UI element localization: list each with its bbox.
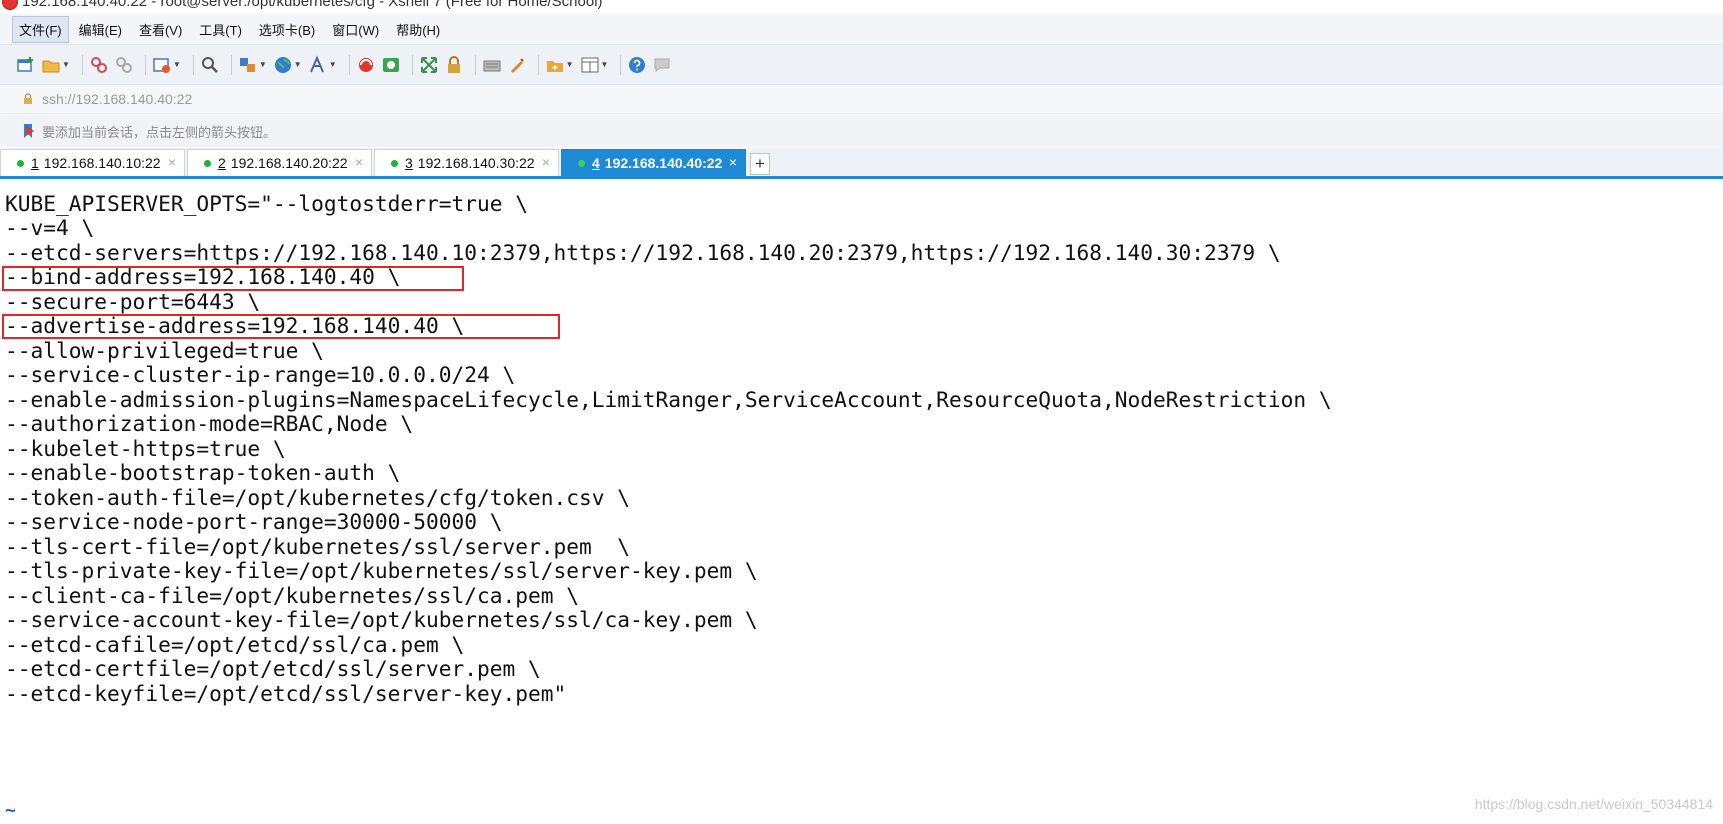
help-icon[interactable] <box>627 55 647 75</box>
toolbar-separator <box>230 54 232 75</box>
tab-close-icon[interactable]: × <box>355 154 363 170</box>
xshell-app-icon <box>2 0 18 10</box>
connected-status-dot <box>391 159 398 167</box>
tab-session-1[interactable]: 1 192.168.140.10:22 × <box>0 149 185 176</box>
open-folder-icon[interactable] <box>41 55 61 75</box>
connected-status-dot <box>204 159 211 167</box>
font-dropdown-icon[interactable]: ▼ <box>329 60 337 69</box>
toolbar-separator <box>620 54 622 75</box>
terminal-line: --allow-privileged=true \ <box>5 338 324 363</box>
terminal-line: --etcd-certfile=/opt/etcd/ssl/server.pem… <box>5 656 541 681</box>
tab-label: 192.168.140.30:22 <box>417 155 535 171</box>
connected-status-dot <box>17 159 24 167</box>
session-manager-icon[interactable] <box>152 55 172 75</box>
terminal-line: --service-node-port-range=30000-50000 \ <box>5 509 503 534</box>
transfer-icon[interactable] <box>238 55 258 75</box>
terminal-line: --secure-port=6443 \ <box>5 289 261 314</box>
terminal-line: --client-ca-file=/opt/kubernetes/ssl/ca.… <box>5 583 580 608</box>
menu-file[interactable]: 文件(F) <box>12 15 69 43</box>
toolbar: ▼ ▼ ▼ ▼ ▼ ▼ ▼ <box>0 44 1723 84</box>
search-icon[interactable] <box>200 55 220 75</box>
tab-number: 3 <box>405 155 413 171</box>
watermark: https://blog.csdn.net/weixin_50344814 <box>1474 796 1713 812</box>
toolbar-separator <box>144 54 146 75</box>
tab-close-icon[interactable]: × <box>168 154 176 170</box>
terminal-line: --etcd-keyfile=/opt/etcd/ssl/server-key.… <box>5 681 567 706</box>
session-dropdown-icon[interactable]: ▼ <box>173 60 181 69</box>
terminal-line: --service-cluster-ip-range=10.0.0.0/24 \ <box>5 362 516 387</box>
menu-help[interactable]: 帮助(H) <box>389 16 447 43</box>
connect-icon[interactable] <box>89 55 109 75</box>
terminal-line: --service-account-key-file=/opt/kubernet… <box>5 607 758 632</box>
chat-icon[interactable] <box>652 55 672 75</box>
add-session-arrow-icon[interactable] <box>22 123 36 139</box>
address-value: ssh://192.168.140.40:22 <box>42 91 193 107</box>
disconnect-icon[interactable] <box>114 55 134 75</box>
globe-icon[interactable] <box>273 55 293 75</box>
advertise-address-highlight-box <box>2 314 560 339</box>
menu-view[interactable]: 查看(V) <box>132 16 189 43</box>
terminal-line: --tls-private-key-file=/opt/kubernetes/s… <box>5 558 758 583</box>
toolbar-separator <box>192 54 194 75</box>
toolbar-separator <box>81 54 83 75</box>
tab-close-icon[interactable]: × <box>542 154 550 170</box>
menu-bar: 文件(F) 编辑(E) 查看(V) 工具(T) 选项卡(B) 窗口(W) 帮助(… <box>0 14 1723 44</box>
tab-close-icon[interactable]: × <box>729 154 737 170</box>
vim-empty-line-tilde: ~ <box>5 800 16 821</box>
window-title: 192.168.140.40:22 - root@server:/opt/kub… <box>22 0 603 10</box>
tab-bar: 1 192.168.140.10:22 × 2 192.168.140.20:2… <box>0 148 1723 179</box>
toolbar-separator <box>411 54 413 75</box>
transfer-dropdown-icon[interactable]: ▼ <box>259 60 267 69</box>
folder-dropdown-icon[interactable]: ▼ <box>566 60 574 69</box>
open-dropdown-icon[interactable]: ▼ <box>62 60 70 69</box>
tab-label: 192.168.140.20:22 <box>230 155 348 171</box>
terminal-line: --etcd-cafile=/opt/etcd/ssl/ca.pem \ <box>5 632 465 657</box>
terminal-line: --etcd-servers=https://192.168.140.10:23… <box>5 240 1281 265</box>
terminal-line: --token-auth-file=/opt/kubernetes/cfg/to… <box>5 485 631 510</box>
toolbar-separator <box>537 54 539 75</box>
tab-session-3[interactable]: 3 192.168.140.30:22 × <box>374 149 559 176</box>
lock-icon[interactable] <box>444 55 464 75</box>
session-hint-text: 要添加当前会话，点击左侧的箭头按钮。 <box>42 124 277 140</box>
terminal-line: --enable-admission-plugins=NamespaceLife… <box>5 387 1332 412</box>
terminal-line: --v=4 \ <box>5 215 95 240</box>
fullscreen-icon[interactable] <box>419 55 439 75</box>
menu-tabs[interactable]: 选项卡(B) <box>252 16 322 43</box>
new-session-icon[interactable] <box>16 55 36 75</box>
toolbar-separator <box>348 54 350 75</box>
lock-icon <box>24 93 32 104</box>
address-bar[interactable]: ssh://192.168.140.40:22 <box>0 84 1723 114</box>
terminal-line: --authorization-mode=RBAC,Node \ <box>5 411 414 436</box>
tab-number: 2 <box>218 155 226 171</box>
title-bar: 192.168.140.40:22 - root@server:/opt/kub… <box>0 0 1723 13</box>
tab-label: 192.168.140.10:22 <box>43 155 161 171</box>
terminal-line: --enable-bootstrap-token-auth \ <box>5 460 401 485</box>
globe-dropdown-icon[interactable]: ▼ <box>294 60 302 69</box>
font-icon[interactable] <box>308 54 328 75</box>
menu-window[interactable]: 窗口(W) <box>325 16 386 43</box>
terminal-line: --kubelet-https=true \ <box>5 436 286 461</box>
xshell-icon[interactable] <box>356 55 376 75</box>
tab-session-2[interactable]: 2 192.168.140.20:22 × <box>187 149 372 176</box>
highlight-pen-icon[interactable] <box>507 55 527 75</box>
toolbar-separator <box>474 54 476 75</box>
menu-edit[interactable]: 编辑(E) <box>72 16 129 43</box>
terminal-line: KUBE_APISERVER_OPTS="--logtostderr=true … <box>5 191 528 216</box>
tab-number: 4 <box>592 155 600 171</box>
layout-dropdown-icon[interactable]: ▼ <box>601 60 609 69</box>
menu-tools[interactable]: 工具(T) <box>192 16 249 43</box>
new-tab-button[interactable]: + <box>750 153 770 175</box>
tab-session-4[interactable]: 4 192.168.140.40:22 × <box>561 149 746 176</box>
bind-address-highlight-box <box>2 266 464 291</box>
tab-number: 1 <box>31 155 39 171</box>
keyboard-icon[interactable] <box>482 55 502 75</box>
terminal-line: --tls-cert-file=/opt/kubernetes/ssl/serv… <box>5 534 631 559</box>
xftp-icon[interactable] <box>381 55 401 75</box>
tab-label: 192.168.140.40:22 <box>604 155 723 171</box>
session-hint-bar: 要添加当前会话，点击左侧的箭头按钮。 <box>0 115 1723 147</box>
new-folder-icon[interactable] <box>545 55 565 75</box>
layout-icon[interactable] <box>580 55 600 75</box>
connected-status-dot <box>578 159 585 167</box>
